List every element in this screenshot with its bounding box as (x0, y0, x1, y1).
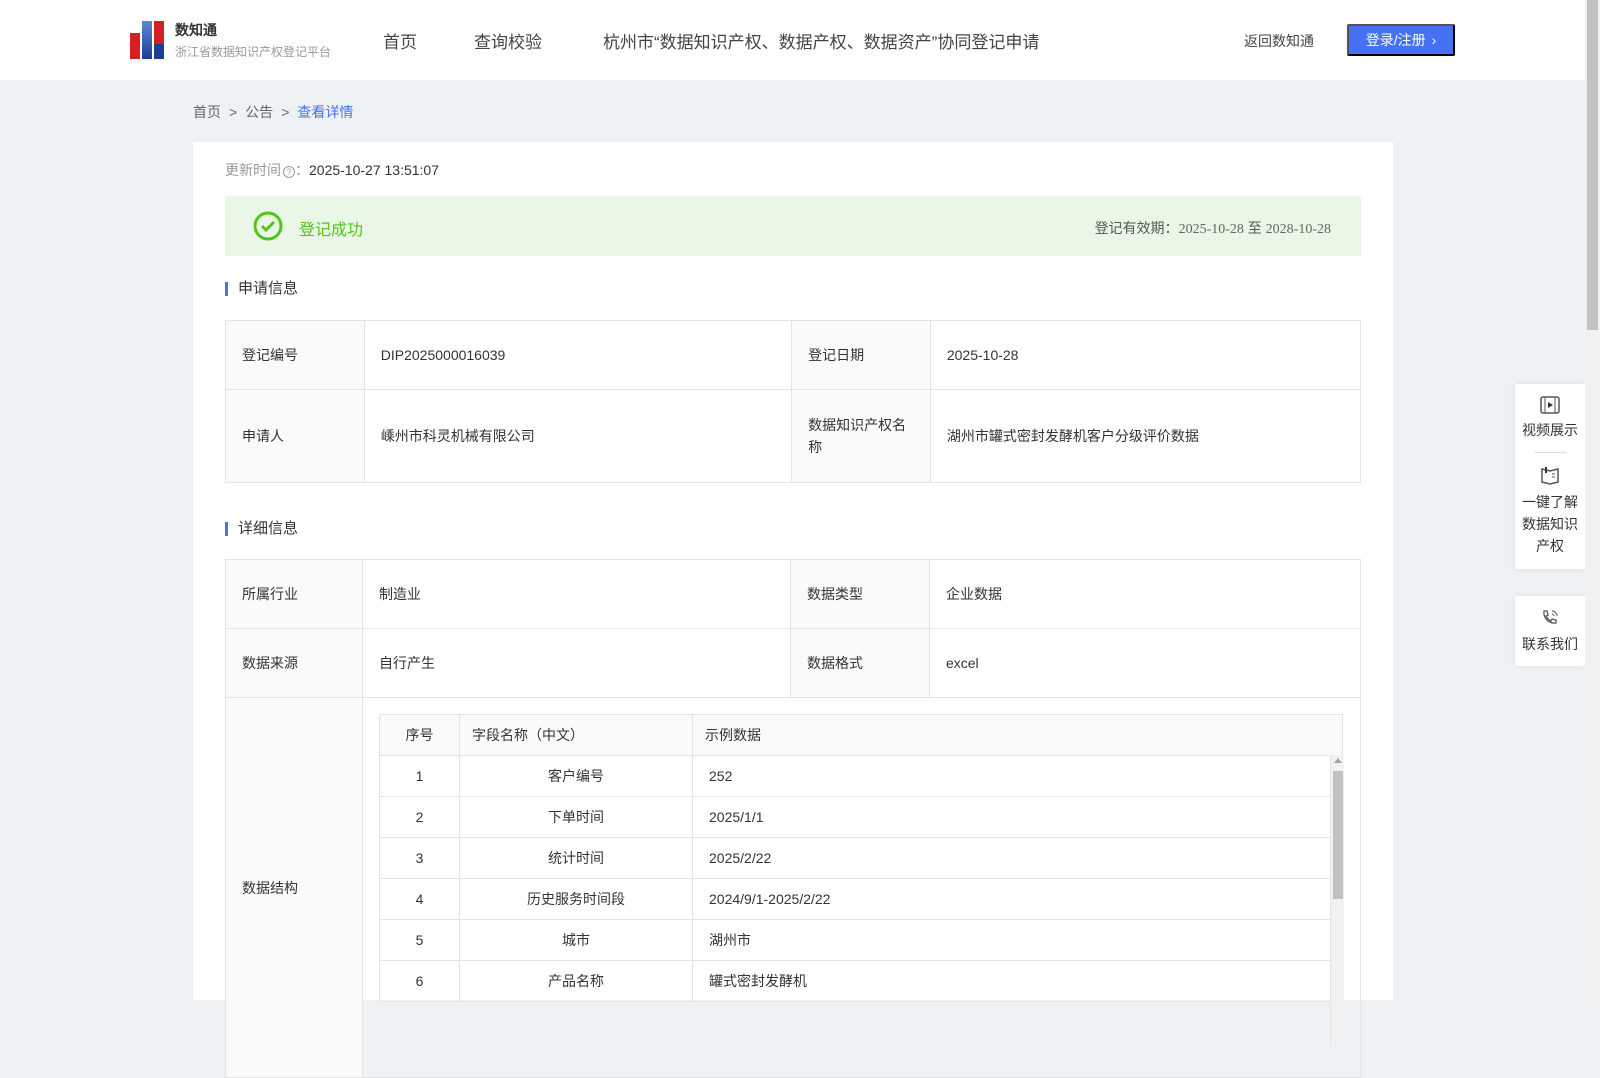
section-title-detail: 详细信息 (225, 522, 298, 536)
label: 所属行业 (226, 560, 363, 629)
page-scrollbar[interactable] (1585, 0, 1600, 1000)
check-circle-icon (253, 211, 283, 241)
row-index: 4 (380, 879, 460, 920)
breadcrumb-current: 查看详情 (297, 104, 353, 120)
apply-info-table: 登记编号DIP2025000016039登记日期2025-10-28 申请人嵊州… (225, 320, 1361, 483)
col-sample: 示例数据 (693, 715, 1343, 756)
label: 数据来源 (226, 629, 363, 698)
contact-label: 联系我们 (1522, 636, 1578, 652)
table-row: 1客户编号252 (380, 756, 1343, 797)
sample-data: 2025/1/1 (693, 797, 1343, 838)
contact-button[interactable]: 联系我们 (1515, 596, 1585, 666)
breadcrumb: 首页>公告>查看详情 (193, 102, 353, 122)
row-index: 5 (380, 920, 460, 961)
scrollbar-thumb[interactable] (1333, 771, 1343, 899)
row-index: 3 (380, 838, 460, 879)
update-value: 2025-10-27 13:51:07 (309, 162, 439, 178)
field-name: 统计时间 (460, 838, 693, 879)
data-structure-table: 序号字段名称（中文）示例数据 1客户编号2522下单时间2025/1/13统计时… (379, 714, 1344, 1044)
breadcrumb-notice[interactable]: 公告 (245, 104, 273, 120)
back-link[interactable]: 返回数知通 (1244, 31, 1314, 51)
brand-name: 数知通 (175, 20, 331, 40)
field-name: 历史服务时间段 (460, 879, 693, 920)
valid-to: 2028-10-28 (1266, 222, 1331, 237)
table-scrollbar[interactable] (1330, 755, 1344, 1044)
side-panel: 视频展示 一键了解数据知识产权 (1515, 384, 1585, 569)
learn-ip-button[interactable]: 一键了解数据知识产权 (1515, 453, 1585, 569)
label: 登记日期 (792, 321, 931, 390)
row-index: 1 (380, 756, 460, 797)
update-time: 更新时间?：2025-10-27 13:51:07 (225, 160, 439, 180)
applicant: 嵊州市科灵机械有限公司 (364, 390, 791, 483)
video-label: 视频展示 (1522, 422, 1578, 438)
video-button[interactable]: 视频展示 (1515, 384, 1585, 452)
row-index: 2 (380, 797, 460, 838)
status-banner: 登记成功 登记有效期：2025-10-28 至 2028-10-28 (225, 196, 1361, 256)
detail-info-table: 所属行业制造业数据类型企业数据 数据来源自行产生数据格式excel 数据结构 序… (225, 559, 1361, 1078)
logo-mark-icon (130, 21, 166, 59)
label: 数据知识产权名称 (792, 390, 931, 483)
detail-card: 更新时间?：2025-10-27 13:51:07 登记成功 登记有效期：202… (193, 142, 1393, 1000)
book-icon (1540, 465, 1560, 485)
phone-icon (1540, 608, 1560, 628)
scrollbar-thumb[interactable] (1587, 0, 1598, 330)
label: 登记编号 (226, 321, 365, 390)
col-index: 序号 (380, 715, 460, 756)
sep: ： (295, 162, 309, 178)
brand-subtitle: 浙江省数据知识产权登记平台 (175, 43, 331, 60)
table-row: 3统计时间2025/2/22 (380, 838, 1343, 879)
sample-data: 252 (693, 756, 1343, 797)
table-row: 6产品名称罐式密封发酵机 (380, 961, 1343, 1002)
table-row: 4历史服务时间段2024/9/1-2025/2/22 (380, 879, 1343, 920)
data-type: 企业数据 (929, 560, 1360, 629)
reg-no: DIP2025000016039 (364, 321, 791, 390)
nav-home[interactable]: 首页 (383, 28, 417, 53)
reg-date: 2025-10-28 (930, 321, 1360, 390)
validity-period: 登记有效期：2025-10-28 至 2028-10-28 (1095, 218, 1331, 238)
film-icon (1540, 396, 1560, 414)
logo[interactable]: 数知通 浙江省数据知识产权登记平台 (130, 20, 331, 60)
chevron-right-icon: › (1432, 32, 1437, 48)
field-name: 产品名称 (460, 961, 693, 1002)
login-label: 登录/注册 (1366, 30, 1426, 50)
update-label: 更新时间 (225, 162, 281, 178)
nav-query[interactable]: 查询校验 (474, 28, 542, 53)
validity-label: 登记有效期： (1095, 220, 1179, 236)
sample-data: 2025/2/22 (693, 838, 1343, 879)
learn-line: 数据知识 (1515, 513, 1585, 535)
data-format: excel (929, 629, 1360, 698)
table-row: 5城市湖州市 (380, 920, 1343, 961)
sample-data: 湖州市 (693, 920, 1343, 961)
ip-name: 湖州市罐式密封发酵机客户分级评价数据 (930, 390, 1360, 483)
field-name: 下单时间 (460, 797, 693, 838)
contact-panel: 联系我们 (1515, 596, 1585, 666)
sample-data: 2024/9/1-2025/2/22 (693, 879, 1343, 920)
field-name: 城市 (460, 920, 693, 961)
valid-from: 2025-10-28 (1179, 222, 1244, 237)
row-index: 6 (380, 961, 460, 1002)
nav-hangzhou-register[interactable]: 杭州市“数据知识产权、数据产权、数据资产”协同登记申请 (603, 28, 1039, 53)
data-source: 自行产生 (363, 629, 791, 698)
table-header: 序号字段名称（中文）示例数据 (380, 715, 1343, 756)
label: 数据格式 (791, 629, 930, 698)
sample-data: 罐式密封发酵机 (693, 961, 1343, 1002)
field-name: 客户编号 (460, 756, 693, 797)
section-title-apply: 申请信息 (225, 282, 298, 296)
scroll-up-icon[interactable] (1334, 758, 1342, 763)
breadcrumb-home[interactable]: 首页 (193, 104, 221, 120)
col-field-name: 字段名称（中文） (460, 715, 693, 756)
learn-line: 一键了解 (1515, 491, 1585, 513)
to-word: 至 (1248, 220, 1262, 236)
label: 数据结构 (226, 698, 363, 1078)
help-icon[interactable]: ? (283, 166, 295, 178)
status-text: 登记成功 (299, 216, 363, 240)
label: 数据类型 (791, 560, 930, 629)
top-header: 数知通 浙江省数据知识产权登记平台 首页 查询校验 杭州市“数据知识产权、数据产… (0, 0, 1585, 80)
label: 申请人 (226, 390, 365, 483)
login-register-button[interactable]: 登录/注册 › (1347, 24, 1455, 56)
table-row: 2下单时间2025/1/1 (380, 797, 1343, 838)
learn-line: 产权 (1515, 535, 1585, 557)
industry: 制造业 (363, 560, 791, 629)
